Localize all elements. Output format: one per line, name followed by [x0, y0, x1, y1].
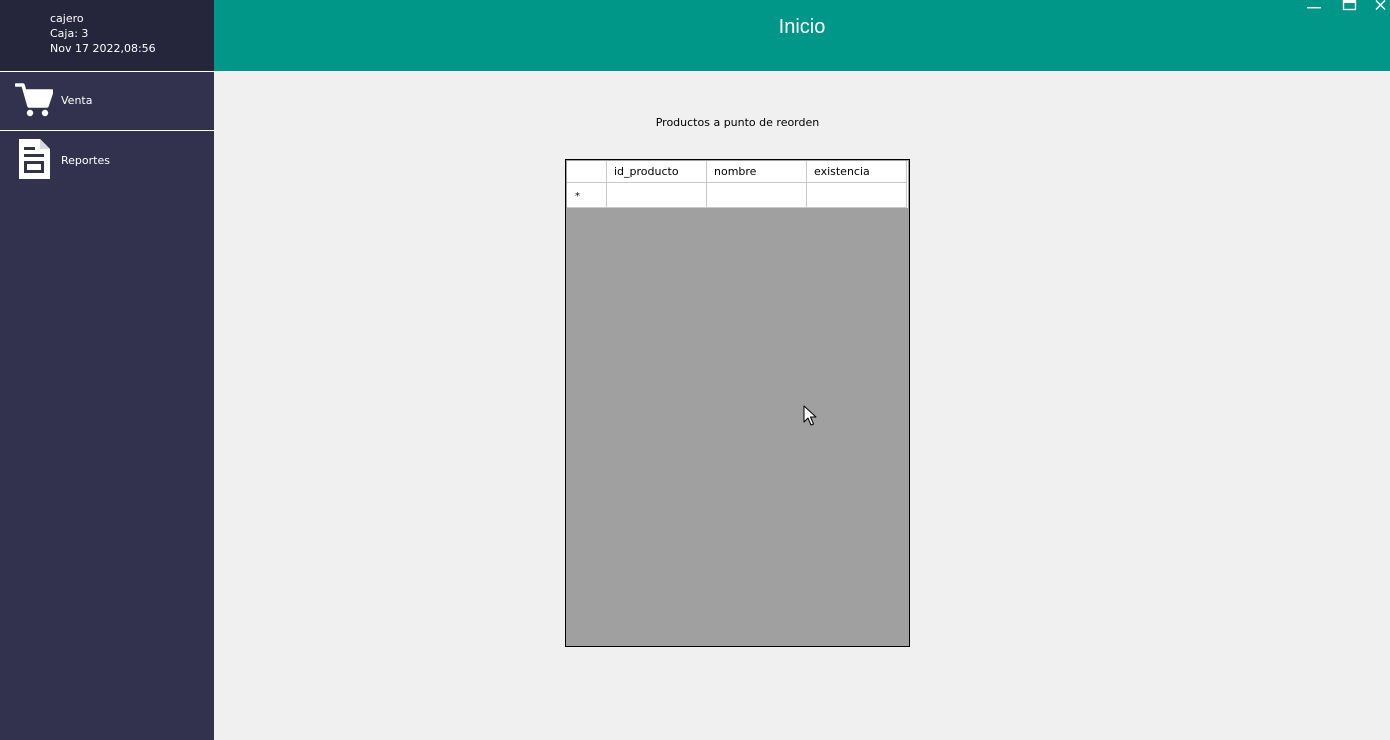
- column-header-existencia[interactable]: existencia: [807, 161, 907, 183]
- column-header-label: nombre: [714, 165, 757, 178]
- title-bar: Inicio: [214, 0, 1390, 71]
- close-icon[interactable]: [1372, 0, 1390, 14]
- reorder-products-grid[interactable]: id_producto nombre existencia *: [565, 159, 910, 647]
- sidebar-item-venta[interactable]: Venta: [0, 72, 214, 131]
- minimize-icon[interactable]: [1305, 0, 1325, 14]
- row-header-corner[interactable]: [567, 161, 607, 183]
- column-header-label: id_producto: [614, 165, 679, 178]
- row-header[interactable]: *: [567, 183, 607, 208]
- user-info-panel: cajero Caja: 3 Nov 17 2022,08:56: [0, 0, 214, 71]
- column-header-label: existencia: [814, 165, 870, 178]
- column-header-id-producto[interactable]: id_producto: [607, 161, 707, 183]
- grid-header-row: id_producto nombre existencia: [567, 161, 908, 183]
- table-title: Productos a punto de reorden: [655, 116, 820, 129]
- cell-nombre[interactable]: [707, 183, 807, 208]
- user-role: cajero: [50, 12, 84, 25]
- app-window: cajero Caja: 3 Nov 17 2022,08:56 Venta R…: [0, 0, 1390, 740]
- new-row-marker: *: [575, 191, 580, 202]
- page-title: Inicio: [778, 16, 826, 38]
- sidebar-item-label: Reportes: [61, 154, 110, 167]
- current-datetime: Nov 17 2022,08:56: [50, 42, 156, 55]
- report-icon: [19, 139, 50, 179]
- maximize-icon[interactable]: [1340, 0, 1360, 14]
- sidebar-item-label: Venta: [61, 94, 93, 107]
- cell-existencia[interactable]: [807, 183, 907, 208]
- column-header-nombre[interactable]: nombre: [707, 161, 807, 183]
- cart-icon: [15, 83, 53, 117]
- cash-register: Caja: 3: [50, 27, 89, 40]
- cell-id-producto[interactable]: [607, 183, 707, 208]
- mouse-cursor-icon: [803, 405, 817, 426]
- sidebar-item-reportes[interactable]: Reportes: [0, 131, 214, 190]
- new-row[interactable]: *: [567, 183, 908, 208]
- sidebar: cajero Caja: 3 Nov 17 2022,08:56 Venta R…: [0, 0, 214, 740]
